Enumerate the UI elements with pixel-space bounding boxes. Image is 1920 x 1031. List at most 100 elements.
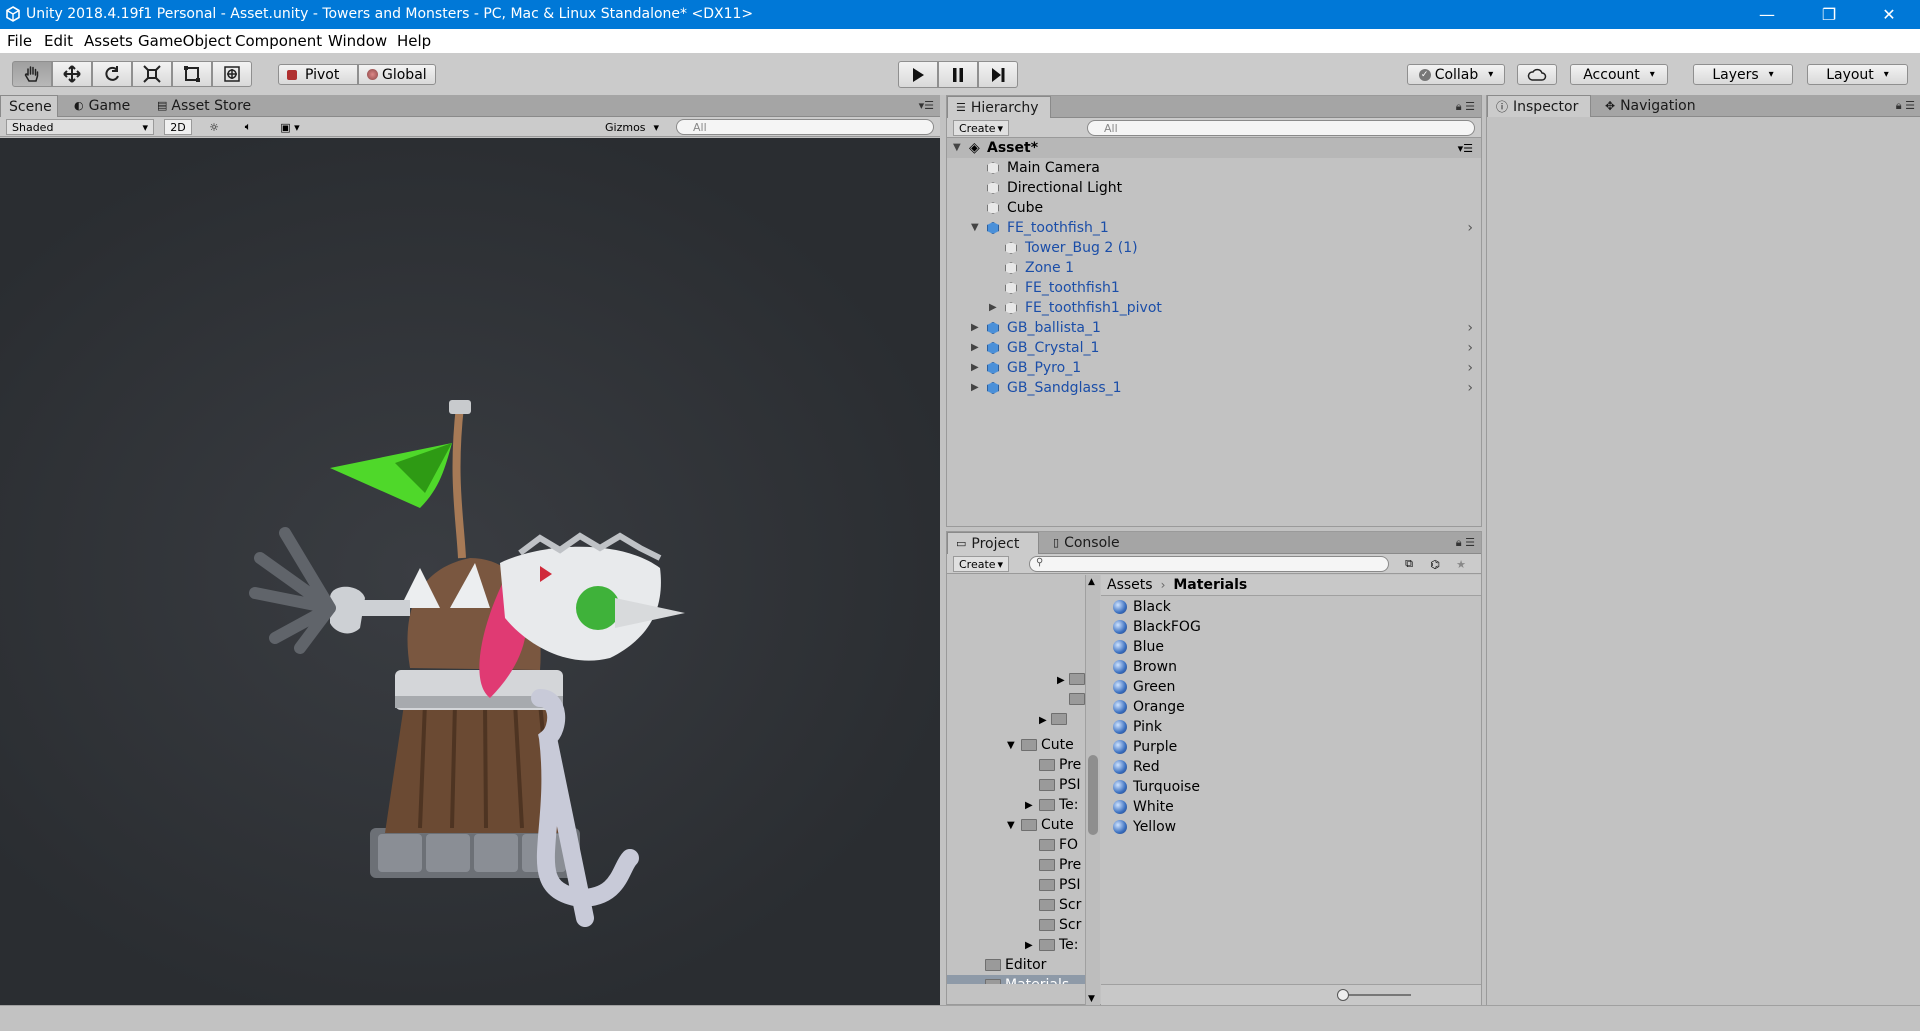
hand-tool-button[interactable]: [12, 61, 52, 87]
material-item[interactable]: Red: [1113, 757, 1160, 777]
hierarchy-item[interactable]: ▶ GB_ballista_1 ›: [947, 318, 1481, 338]
scene-search-input[interactable]: All: [676, 119, 934, 135]
folder-tree-item[interactable]: PSI: [947, 875, 1085, 895]
tab-hierarchy[interactable]: ☰ Hierarchy: [947, 96, 1051, 118]
expand-arrow-icon[interactable]: ▶: [971, 342, 979, 353]
scene-root-row[interactable]: ▼ ◈ Asset* ▾☰: [947, 138, 1481, 158]
folder-tree-item[interactable]: ▼ Cute: [947, 815, 1085, 835]
hierarchy-item[interactable]: Main Camera: [947, 158, 1481, 178]
material-item[interactable]: Purple: [1113, 737, 1177, 757]
expand-arrow-icon[interactable]: ▶: [1025, 800, 1033, 811]
scroll-down-icon[interactable]: ▼: [1088, 994, 1095, 1004]
expand-arrow-icon[interactable]: ▶: [971, 322, 979, 333]
transform-tool-button[interactable]: [212, 61, 252, 87]
pause-button[interactable]: [938, 61, 978, 88]
filter-type-button[interactable]: ⧉: [1397, 556, 1421, 572]
collapse-arrow-icon[interactable]: ▼: [971, 222, 979, 233]
hierarchy-item[interactable]: ▶ GB_Pyro_1 ›: [947, 358, 1481, 378]
open-prefab-chevron-icon[interactable]: ›: [1467, 320, 1473, 336]
expand-arrow-icon[interactable]: ▶: [1039, 715, 1047, 726]
layers-dropdown[interactable]: Layers: [1693, 64, 1793, 85]
open-prefab-chevron-icon[interactable]: ›: [1467, 360, 1473, 376]
hierarchy-item[interactable]: ▼ FE_toothfish_1 ›: [947, 218, 1481, 238]
material-item[interactable]: Green: [1113, 677, 1175, 697]
menu-gameobject[interactable]: GameObject: [138, 32, 232, 50]
hierarchy-item[interactable]: Tower_Bug 2 (1): [947, 238, 1481, 258]
folder-tree-item[interactable]: Scr: [947, 895, 1085, 915]
expand-arrow-icon[interactable]: ▶: [989, 302, 997, 313]
material-item[interactable]: Blue: [1113, 637, 1164, 657]
scale-tool-button[interactable]: [132, 61, 172, 87]
favorite-button[interactable]: ★: [1449, 556, 1473, 572]
collapse-arrow-icon[interactable]: ▼: [1007, 820, 1015, 831]
move-tool-button[interactable]: [52, 61, 92, 87]
close-button[interactable]: ✕: [1866, 0, 1912, 29]
expand-arrow-icon[interactable]: ▶: [1057, 675, 1065, 686]
tab-console[interactable]: ▯ Console: [1045, 532, 1128, 553]
hierarchy-item[interactable]: ▶ FE_toothfish1_pivot: [947, 298, 1481, 318]
toggle-2d-button[interactable]: 2D: [164, 119, 192, 135]
breadcrumb-assets[interactable]: Assets: [1107, 577, 1153, 593]
rect-tool-button[interactable]: [172, 61, 212, 87]
lighting-toggle[interactable]: ☼: [200, 119, 228, 135]
account-dropdown[interactable]: Account: [1570, 64, 1668, 85]
open-prefab-chevron-icon[interactable]: ›: [1467, 340, 1473, 356]
folder-tree-item[interactable]: ▼ Cute: [947, 735, 1085, 755]
open-prefab-chevron-icon[interactable]: ›: [1467, 380, 1473, 396]
play-button[interactable]: [898, 61, 938, 88]
global-toggle[interactable]: Global: [358, 64, 436, 85]
hierarchy-item[interactable]: Cube: [947, 198, 1481, 218]
menu-file[interactable]: File: [7, 32, 32, 50]
scene-menu-icon[interactable]: ▾☰: [1458, 142, 1473, 155]
material-item[interactable]: Brown: [1113, 657, 1177, 677]
tab-project[interactable]: ▭ Project: [947, 532, 1039, 554]
filter-label-button[interactable]: ⌬: [1423, 556, 1447, 572]
folder-tree-item[interactable]: Scr: [947, 915, 1085, 935]
hierarchy-item[interactable]: ▶ GB_Sandglass_1 ›: [947, 378, 1481, 398]
hierarchy-item[interactable]: FE_toothfish1: [947, 278, 1481, 298]
scrollbar-thumb[interactable]: [1088, 755, 1098, 835]
hierarchy-item[interactable]: ▶ GB_Crystal_1 ›: [947, 338, 1481, 358]
panel-menu-icon[interactable]: 🔒︎ ☰: [1456, 536, 1475, 550]
expand-arrow-icon[interactable]: ▶: [971, 362, 979, 373]
icon-size-slider[interactable]: [1341, 994, 1411, 996]
folder-tree-item[interactable]: Editor: [947, 955, 1085, 975]
menu-window[interactable]: Window: [328, 32, 387, 50]
open-prefab-chevron-icon[interactable]: ›: [1467, 220, 1473, 236]
menu-edit[interactable]: Edit: [44, 32, 73, 50]
hierarchy-item[interactable]: Directional Light: [947, 178, 1481, 198]
collab-dropdown[interactable]: ✓ Collab: [1407, 64, 1505, 85]
material-item[interactable]: Turquoise: [1113, 777, 1200, 797]
expand-arrow-icon[interactable]: ▼: [953, 142, 961, 153]
pivot-toggle[interactable]: Pivot: [278, 64, 358, 85]
expand-arrow-icon[interactable]: ▶: [1025, 940, 1033, 951]
folder-tree-item[interactable]: Pre: [947, 855, 1085, 875]
gizmos-dropdown[interactable]: Gizmos ▾: [600, 119, 664, 135]
hierarchy-create-dropdown[interactable]: Create ▾: [953, 120, 1009, 136]
menu-help[interactable]: Help: [397, 32, 431, 50]
material-item[interactable]: Orange: [1113, 697, 1185, 717]
tree-scrollbar[interactable]: ▲ ▼: [1085, 575, 1100, 1006]
project-search-input[interactable]: ⚲: [1029, 556, 1389, 572]
tab-asset-store[interactable]: ▤ Asset Store: [149, 95, 259, 116]
effects-dropdown[interactable]: ▣ ▾: [270, 119, 310, 135]
folder-tree-item[interactable]: Materials: [947, 975, 1085, 984]
panel-menu-icon[interactable]: 🔒︎ ☰: [1896, 99, 1915, 113]
expand-arrow-icon[interactable]: ▶: [971, 382, 979, 393]
panel-menu-icon[interactable]: 🔒︎ ☰: [1456, 100, 1475, 114]
tab-navigation[interactable]: ✥ Navigation: [1597, 95, 1704, 116]
folder-tree-item[interactable]: FO: [947, 835, 1085, 855]
menu-component[interactable]: Component: [235, 32, 322, 50]
tab-scene[interactable]: Scene: [0, 95, 58, 117]
folder-tree-item[interactable]: ▶ Te:: [947, 795, 1085, 815]
rotate-tool-button[interactable]: [92, 61, 132, 87]
layout-dropdown[interactable]: Layout: [1807, 64, 1908, 85]
tab-inspector[interactable]: ⓘ Inspector: [1487, 95, 1591, 117]
hierarchy-item[interactable]: Zone 1: [947, 258, 1481, 278]
hierarchy-search-input[interactable]: All: [1087, 120, 1475, 136]
shading-mode-dropdown[interactable]: Shaded ▾: [6, 119, 154, 135]
material-item[interactable]: BlackFOG: [1113, 617, 1201, 637]
step-button[interactable]: [978, 61, 1018, 88]
breadcrumb-materials[interactable]: Materials: [1173, 577, 1247, 593]
audio-toggle[interactable]: 🔈︎: [234, 119, 262, 135]
